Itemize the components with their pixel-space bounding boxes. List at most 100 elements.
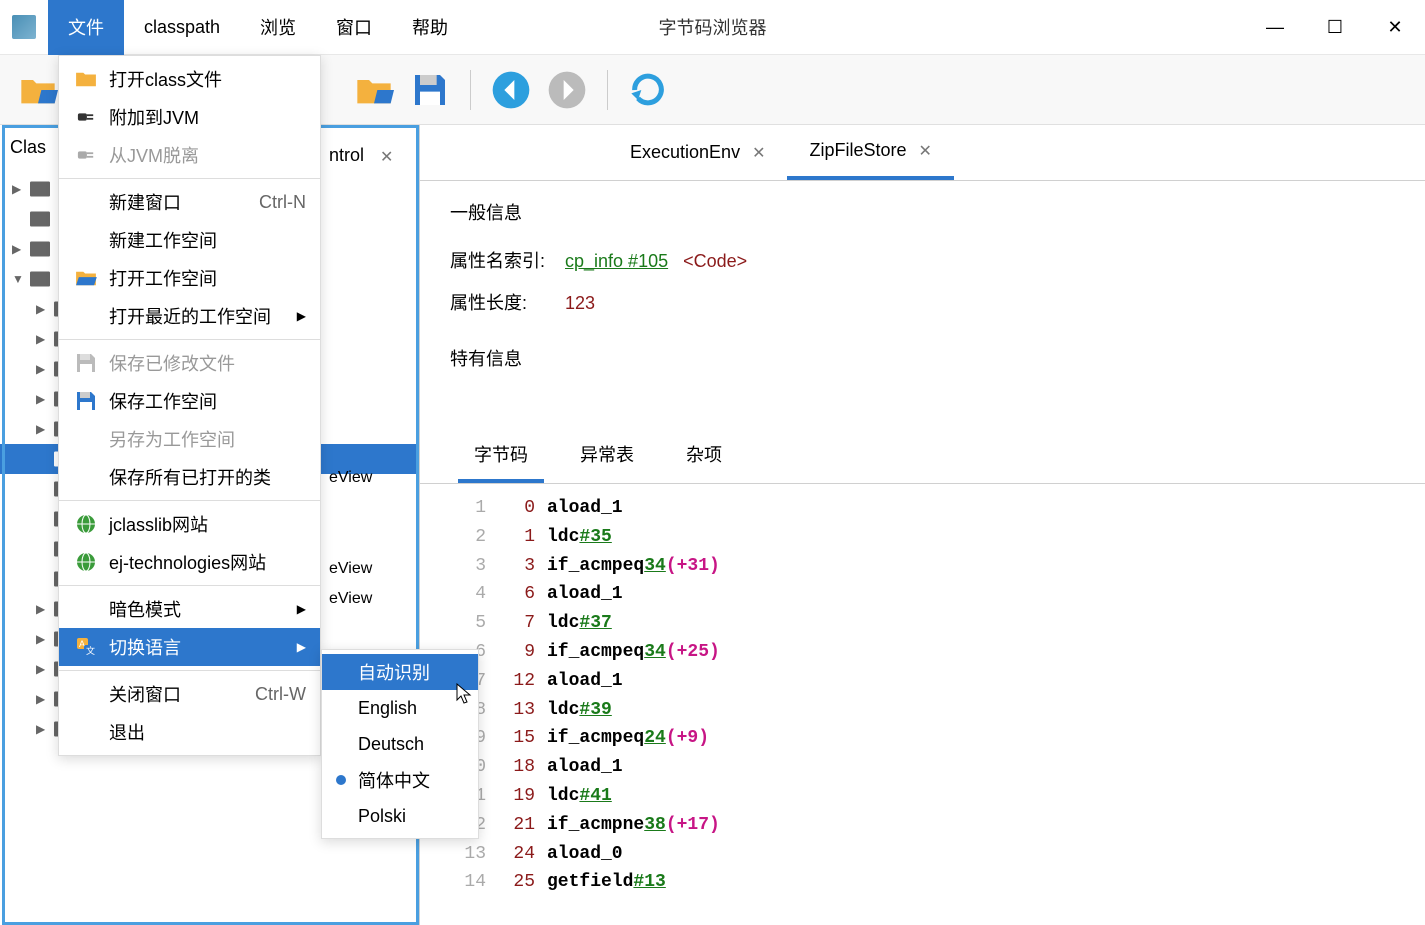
sub-tab-exception[interactable]: 异常表 xyxy=(564,429,650,483)
refresh-icon[interactable] xyxy=(628,70,668,110)
submenu-arrow-icon: ▶ xyxy=(297,309,306,323)
tree-text-fragment: eView xyxy=(329,560,372,578)
menu-item-label: ej-technologies网站 xyxy=(109,549,306,575)
menu-classpath[interactable]: classpath xyxy=(124,0,240,55)
cp-ref-link[interactable]: 34 xyxy=(644,638,666,667)
language-option[interactable]: 自动识别 xyxy=(322,654,478,690)
close-icon[interactable]: ✕ xyxy=(752,143,765,163)
cp-ref-link[interactable]: 38 xyxy=(644,811,666,840)
save-icon[interactable] xyxy=(410,70,450,110)
cp-ref-link[interactable]: #35 xyxy=(579,523,611,552)
open-file-icon[interactable] xyxy=(18,70,58,110)
editor-tabs: ExecutionEnv✕ZipFileStore✕ xyxy=(420,125,1425,181)
language-option[interactable]: English xyxy=(322,690,478,726)
menu-item-label: 另存为工作空间 xyxy=(109,426,306,452)
close-button[interactable]: ✕ xyxy=(1365,0,1425,55)
menu-item[interactable]: 新建窗口Ctrl-N xyxy=(59,183,320,221)
menu-item[interactable]: 保存所有已打开的类 xyxy=(59,458,320,496)
bytecode-view: 10 aload_121 ldc #35 33 if_acmpeq 34 (+3… xyxy=(420,484,1425,907)
language-option[interactable]: Polski xyxy=(322,798,478,834)
menu-item-label: 打开工作空间 xyxy=(109,265,306,291)
menu-item[interactable]: ej-technologies网站 xyxy=(59,543,320,581)
blank-icon xyxy=(73,683,99,705)
menu-item-label: 附加到JVM xyxy=(109,104,306,130)
menu-file[interactable]: 文件 xyxy=(48,0,124,55)
menu-item[interactable]: 保存工作空间 xyxy=(59,382,320,420)
sub-tab-bytecode[interactable]: 字节码 xyxy=(458,429,544,483)
forward-icon xyxy=(547,70,587,110)
menu-item[interactable]: 退出 xyxy=(59,713,320,751)
menu-item[interactable]: A文切换语言▶ xyxy=(59,628,320,666)
close-icon[interactable]: ✕ xyxy=(380,147,393,167)
cp-ref-link[interactable]: #39 xyxy=(579,696,611,725)
save-grey-icon xyxy=(73,352,99,374)
menu-bar: 文件 classpath 浏览 窗口 帮助 xyxy=(48,0,468,55)
bytecode-line: 1425 getfield #13 xyxy=(462,868,1383,897)
maximize-button[interactable]: ☐ xyxy=(1305,0,1365,55)
cp-ref-link[interactable]: #41 xyxy=(579,782,611,811)
cp-ref-link[interactable]: 24 xyxy=(644,724,666,753)
bytecode-line: 69 if_acmpeq 34 (+25) xyxy=(462,638,1383,667)
app-icon xyxy=(12,15,36,39)
cp-ref-link[interactable]: #13 xyxy=(633,868,665,897)
section-general: 一般信息 xyxy=(450,199,1395,225)
globe-icon xyxy=(73,551,99,573)
menu-item[interactable]: jclasslib网站 xyxy=(59,505,320,543)
menu-item-label: 新建工作空间 xyxy=(109,227,306,253)
menu-browse[interactable]: 浏览 xyxy=(240,0,316,55)
bytecode-line: 1018 aload_1 xyxy=(462,753,1383,782)
menu-item[interactable]: 打开工作空间 xyxy=(59,259,320,297)
menu-item-label: jclasslib网站 xyxy=(109,511,306,537)
menu-accelerator: Ctrl-N xyxy=(259,192,306,213)
menu-item-label: 关闭窗口 xyxy=(109,681,235,707)
blank-icon xyxy=(73,428,99,450)
editor-tab[interactable]: ZipFileStore✕ xyxy=(787,125,953,180)
cp-ref-link[interactable]: #37 xyxy=(579,609,611,638)
menu-item[interactable]: 打开class文件 xyxy=(59,60,320,98)
menu-separator xyxy=(59,339,320,340)
plug-icon xyxy=(73,106,99,128)
hidden-tab-text: ntrol xyxy=(329,145,364,166)
menu-item-label: 保存工作空间 xyxy=(109,388,306,414)
language-option[interactable]: 简体中文 xyxy=(322,762,478,798)
menu-item-label: 切换语言 xyxy=(109,634,297,660)
cp-ref-link[interactable]: 34 xyxy=(644,552,666,581)
menu-item-label: 打开class文件 xyxy=(109,66,306,92)
menu-item[interactable]: 关闭窗口 Ctrl-W xyxy=(59,675,320,713)
sub-tab-misc[interactable]: 杂项 xyxy=(670,429,738,483)
minimize-button[interactable]: — xyxy=(1245,0,1305,55)
bytecode-line: 915 if_acmpeq 24 (+9) xyxy=(462,724,1383,753)
blank-icon xyxy=(73,598,99,620)
menu-item-label: 从JVM脱离 xyxy=(109,142,306,168)
app-title: 字节码浏览器 xyxy=(659,14,767,40)
cp-info-link[interactable]: cp_info #105 xyxy=(565,251,668,271)
bytecode-line: 1119 ldc #41 xyxy=(462,782,1383,811)
plug-grey-icon xyxy=(73,144,99,166)
file-menu-dropdown: 打开class文件附加到JVM 从JVM脱离新建窗口Ctrl-N 新建工作空间打开工… xyxy=(58,55,321,756)
editor-tab[interactable]: ExecutionEnv ✕ xyxy=(608,125,787,180)
menu-item[interactable]: 暗色模式▶ xyxy=(59,590,320,628)
menu-item[interactable]: 新建工作空间 xyxy=(59,221,320,259)
blank-icon xyxy=(73,305,99,327)
language-option[interactable]: Deutsch xyxy=(322,726,478,762)
lang-icon: A文 xyxy=(73,636,99,658)
tree-text-fragment: eView xyxy=(329,590,372,608)
back-icon[interactable] xyxy=(491,70,531,110)
code-tag: <Code> xyxy=(683,251,747,271)
open-workspace-icon[interactable] xyxy=(354,70,394,110)
submenu-arrow-icon: ▶ xyxy=(297,640,306,654)
menu-item[interactable]: 附加到JVM xyxy=(59,98,320,136)
close-icon[interactable]: ✕ xyxy=(919,141,932,161)
menu-separator xyxy=(59,178,320,179)
menu-separator xyxy=(59,585,320,586)
menu-separator xyxy=(59,670,320,671)
menu-accelerator: Ctrl-W xyxy=(255,684,306,705)
menu-window[interactable]: 窗口 xyxy=(316,0,392,55)
tab-label: ExecutionEnv xyxy=(630,142,740,163)
menu-item: 另存为工作空间 xyxy=(59,420,320,458)
menu-item[interactable]: 打开最近的工作空间▶ xyxy=(59,297,320,335)
bytecode-line: 1221 if_acmpne 38 (+17) xyxy=(462,811,1383,840)
menu-help[interactable]: 帮助 xyxy=(392,0,468,55)
bytecode-line: 46 aload_1 xyxy=(462,580,1383,609)
menu-item: 保存已修改文件 xyxy=(59,344,320,382)
